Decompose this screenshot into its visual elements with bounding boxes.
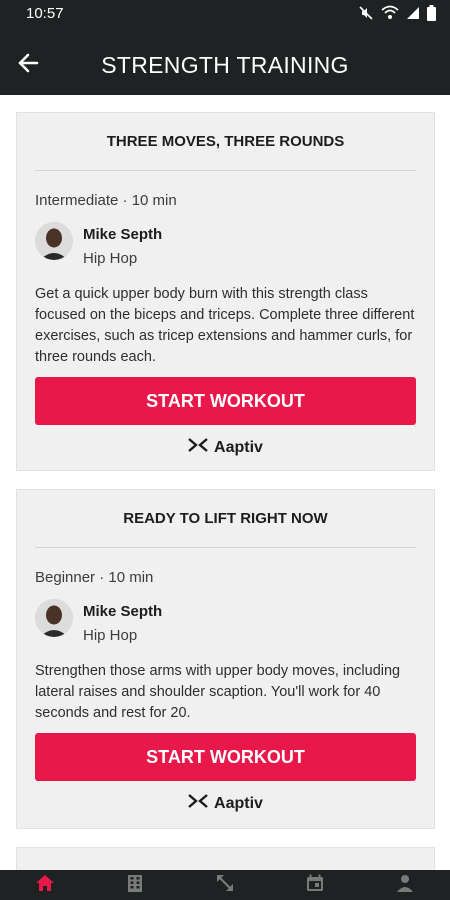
expand-arrows-icon (215, 873, 235, 898)
nav-explore[interactable] (205, 870, 245, 900)
avatar (35, 599, 73, 637)
app-bar: STRENGTH TRAINING (0, 28, 450, 95)
nav-schedule[interactable] (295, 870, 335, 900)
trainer-genre: Hip Hop (83, 627, 138, 644)
battery-icon (427, 5, 436, 26)
avatar (35, 222, 73, 260)
start-workout-button[interactable]: START WORKOUT (35, 377, 416, 425)
mute-icon (358, 5, 374, 26)
aaptiv-logo-icon (188, 793, 208, 814)
wifi-icon (381, 5, 399, 26)
brand-logo: Aaptiv (17, 437, 434, 458)
trainer-genre: Hip Hop (83, 250, 138, 267)
status-time: 10:57 (26, 5, 64, 22)
calendar-icon (306, 874, 324, 897)
home-icon (35, 874, 55, 897)
brand-logo: Aaptiv (17, 793, 434, 814)
trainer-name: Mike Septh (83, 603, 163, 620)
nav-home[interactable] (25, 870, 65, 900)
trainer-name: Mike Septh (83, 226, 163, 243)
card-title: READY TO LIFT RIGHT NOW (123, 510, 328, 527)
building-icon (127, 874, 143, 897)
brand-name: Aaptiv (214, 794, 263, 812)
status-icons (358, 5, 436, 26)
workout-meta: Beginner · 10 min (35, 569, 154, 586)
aaptiv-logo-icon (188, 437, 208, 458)
workout-card (16, 847, 435, 870)
brand-name: Aaptiv (214, 438, 263, 456)
person-icon (396, 874, 414, 897)
workout-card: READY TO LIFT RIGHT NOW Beginner · 10 mi… (16, 489, 435, 829)
workout-list[interactable]: THREE MOVES, THREE ROUNDS Intermediate ·… (0, 95, 450, 870)
signal-icon (406, 5, 420, 26)
divider (35, 547, 416, 548)
page-title: STRENGTH TRAINING (101, 52, 349, 78)
nav-classes[interactable] (115, 870, 155, 900)
card-title: THREE MOVES, THREE ROUNDS (106, 133, 345, 150)
workout-card: THREE MOVES, THREE ROUNDS Intermediate ·… (16, 112, 435, 471)
nav-profile[interactable] (385, 870, 425, 900)
workout-description: Strengthen those arms with upper body mo… (35, 663, 401, 721)
start-workout-button[interactable]: START WORKOUT (35, 733, 416, 781)
workout-meta: Intermediate · 10 min (35, 192, 177, 209)
status-bar: 10:57 (0, 0, 450, 28)
divider (35, 170, 416, 171)
workout-description: Get a quick upper body burn with this st… (35, 286, 415, 365)
bottom-nav (0, 870, 450, 900)
